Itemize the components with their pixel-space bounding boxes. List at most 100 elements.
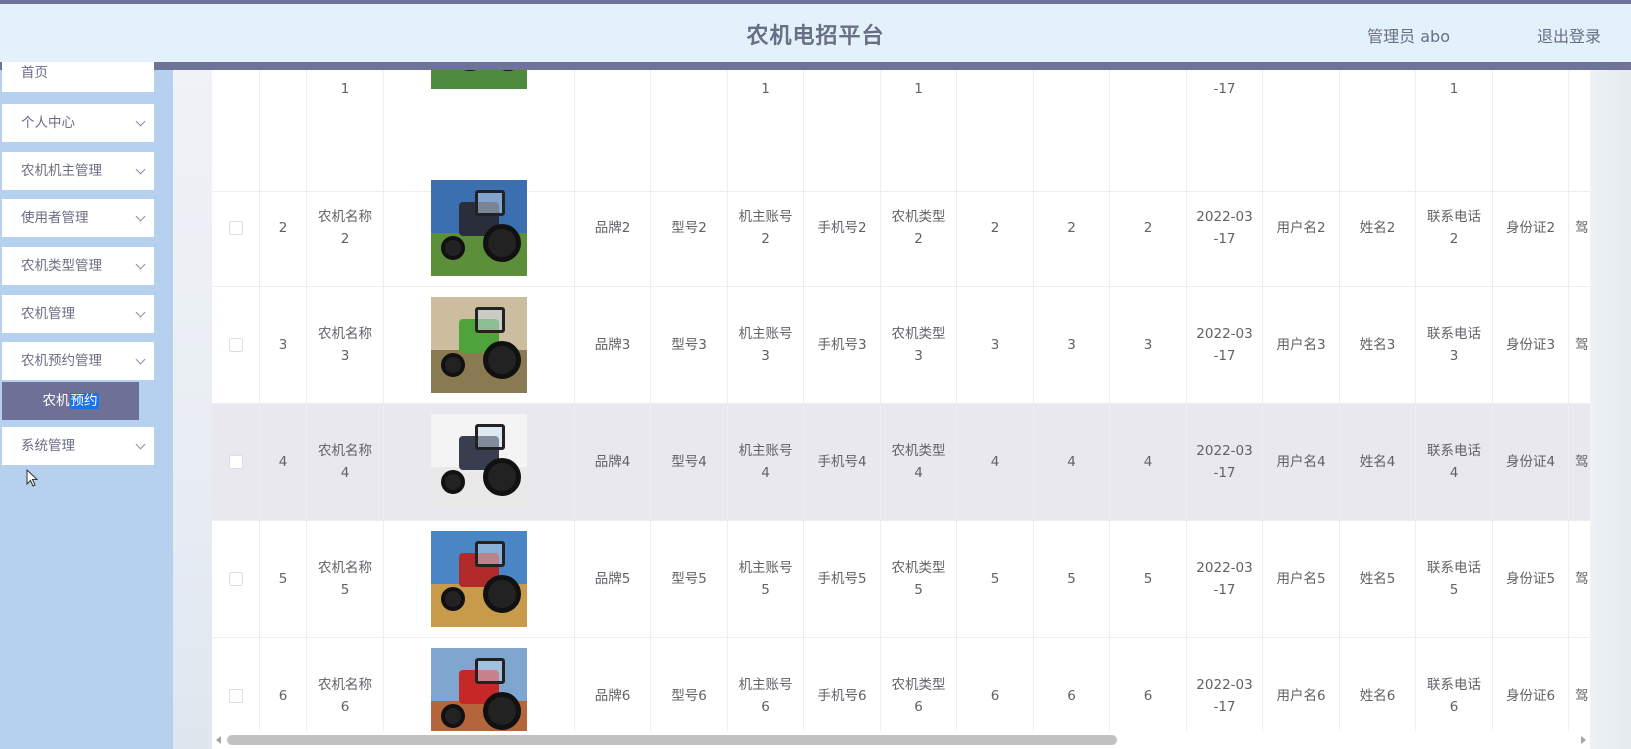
table-cell: 2022-03 -17 [1187,404,1263,520]
table-cell: 2022-03 -17 [1187,287,1263,403]
app-header: 农机电招平台 管理员 abo 退出登录 [0,4,1631,62]
table-cell: 用户名6 [1263,638,1340,731]
table-cell-checkbox [212,170,260,286]
table-cell: 手机号6 [804,638,881,731]
table-cell: 姓名2 [1340,170,1416,286]
chevron-down-icon [135,307,146,318]
table-cell: 机主账号 6 [728,638,804,731]
tractor-image [431,414,527,510]
table-cell: 机主账号 4 [728,404,804,520]
table-cell: 2022-03 -17 [1187,521,1263,637]
table-cell-image [384,170,575,286]
table-cell: 型号5 [651,521,728,637]
row-checkbox[interactable] [228,455,243,469]
table-cell: 农机类型 2 [881,170,957,286]
table-cell: 5 [1110,521,1187,637]
table-cell: 农机名称 3 [307,287,384,403]
menu-item-type-management[interactable]: 农机类型管理 [2,247,154,285]
table-cell: 手机号5 [804,521,881,637]
menu-item-system-management[interactable]: 系统管理 [2,427,154,465]
menu-item-label: 农机预约管理 [21,353,102,369]
header-divider [0,62,1631,70]
scrollbar-thumb[interactable] [227,735,1117,745]
scroll-left-arrow-icon[interactable] [216,736,221,744]
table-cell: 联系电话 2 [1416,170,1493,286]
menu-item-owner-management[interactable]: 农机机主管理 [2,152,154,190]
table-cell: 身份证6 [1493,638,1569,731]
table-row[interactable]: 4 农机名称 4 品牌4 型号4 机主账号 4 手机号4 农机类型 4 4 4 4 2022-03 … [212,404,1590,521]
table-cell: 2 [1110,170,1187,286]
menu-item-label: 个人中心 [21,115,75,131]
table-cell: 农机类型 6 [881,638,957,731]
row-checkbox[interactable] [228,572,243,586]
menu-item-personal-center[interactable]: 个人中心 [2,104,154,142]
row-checkbox[interactable] [228,689,243,703]
table-cell: 农机名称 2 [307,170,384,286]
table-cell: 姓名6 [1340,638,1416,731]
table-cell: 5 [957,521,1034,637]
table-row[interactable]: 2 农机名称 2 品牌2 型号2 机主账号 2 手机号2 农机类型 2 2 2 2 2022-03 … [212,170,1590,287]
data-table: 1 1 1 -17 1 2 农机名称 2 品牌2 型号2 机主账号 2 手机号2 农机类型 … [212,70,1590,731]
logout-link[interactable]: 退出登录 [1537,23,1601,47]
table-cell: 机主账号 2 [728,170,804,286]
row-checkbox[interactable] [228,338,243,352]
menu-item-machine-management[interactable]: 农机管理 [2,295,154,333]
table-row[interactable]: 3 农机名称 3 品牌3 型号3 机主账号 3 手机号3 农机类型 3 3 3 3 2022-03 … [212,287,1590,404]
submenu-label-part: 农机 [42,393,70,409]
table-row[interactable]: 6 农机名称 6 品牌6 型号6 机主账号 6 手机号6 农机类型 6 6 6 6 2022-03 … [212,638,1590,731]
table-cell-checkbox [212,521,260,637]
chevron-down-icon [135,439,146,450]
table-cell-checkbox [212,287,260,403]
menu-item-label: 农机管理 [21,306,75,322]
table-cell: 农机类型 5 [881,521,957,637]
table-cell: 6 [260,638,307,731]
horizontal-scrollbar[interactable] [212,731,1590,749]
chevron-down-icon [135,116,146,127]
chevron-down-icon [135,259,146,270]
table-cell: 驾! [1575,571,1590,587]
table-cell: 品牌2 [575,170,651,286]
table-cell: 驾! [1575,220,1590,236]
table-cell: 联系电话 5 [1416,521,1493,637]
submenu-item-booking[interactable]: 农机预约 [2,382,139,420]
menu-item-booking-management[interactable]: 农机预约管理 [2,342,154,380]
table-cell: 联系电话 3 [1416,287,1493,403]
table-cell: 用户名4 [1263,404,1340,520]
table-cell: 农机类型 4 [881,404,957,520]
menu-item-label: 使用者管理 [21,210,89,226]
menu-item-user-management[interactable]: 使用者管理 [2,199,154,237]
table-cell: 3 [957,287,1034,403]
chevron-down-icon [135,164,146,175]
menu-item-home[interactable]: 首页 [2,62,154,92]
table-cell: 2 [260,170,307,286]
table-cell: 驾! [1575,337,1590,353]
table-cell: 农机类型 3 [881,287,957,403]
table-cell: 型号4 [651,404,728,520]
table-cell: 身份证5 [1493,521,1569,637]
submenu-label-highlight: 预约 [69,393,99,409]
table-cell: 6 [957,638,1034,731]
table-cell: 5 [1034,521,1110,637]
table-cell: 手机号3 [804,287,881,403]
table-cell: 用户名2 [1263,170,1340,286]
chevron-down-icon [135,211,146,222]
table-cell: 2 [1034,170,1110,286]
table-cell: 品牌5 [575,521,651,637]
table-cell: 4 [1110,404,1187,520]
table-cell: 姓名3 [1340,287,1416,403]
menu-item-label: 农机机主管理 [21,163,102,179]
table-cell: 6 [1034,638,1110,731]
table-cell: 身份证2 [1493,170,1569,286]
table-cell: 姓名4 [1340,404,1416,520]
row-checkbox[interactable] [228,221,243,235]
table-cell-image [384,521,575,637]
table-cell: 机主账号 3 [728,287,804,403]
table-cell-checkbox [212,638,260,731]
tractor-image [431,70,527,89]
table-cell: 驾! [1575,688,1590,704]
table-cell: 联系电话 6 [1416,638,1493,731]
scroll-right-arrow-icon[interactable] [1581,736,1586,744]
table-cell: 机主账号 5 [728,521,804,637]
table-cell: 农机名称 6 [307,638,384,731]
table-row[interactable]: 5 农机名称 5 品牌5 型号5 机主账号 5 手机号5 农机类型 5 5 5 5 2022-03 … [212,521,1590,638]
